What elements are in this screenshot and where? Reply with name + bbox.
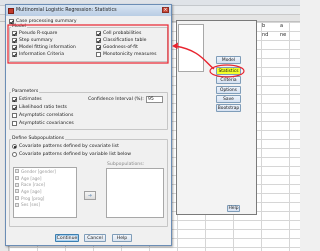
save-button[interactable]: Save: [216, 95, 241, 103]
list-item[interactable]: Gender [gender]: [14, 168, 76, 175]
checkbox-icon: [12, 113, 17, 118]
asymptotic-covariances-label: Asymptotic covariances: [19, 121, 74, 126]
checkbox-icon: [12, 45, 17, 50]
list-item[interactable]: Prog [prog]: [14, 195, 76, 202]
subpopulations-group-title: Define Subpopulations: [11, 136, 66, 141]
model-group-title: Model: [11, 24, 27, 29]
monotonicity-checkbox[interactable]: Monotonicity measures: [96, 52, 157, 57]
radio-icon: [12, 152, 17, 157]
variables-list[interactable]: Gender [gender] Age [age] Race [race] Ag…: [13, 167, 77, 218]
close-icon[interactable]: ×: [162, 7, 169, 13]
covariate-list-radio[interactable]: Covariate patterns defined by covariate …: [12, 144, 119, 149]
variable-list-label: Covariate patterns defined by variable l…: [19, 152, 131, 157]
checkbox-icon: [12, 38, 17, 43]
radio-icon: [12, 144, 17, 149]
continue-button[interactable]: Continue: [55, 234, 79, 242]
confidence-interval-label: Confidence Interval (%):: [88, 97, 144, 102]
model-fitting-label: Model fitting information: [19, 45, 76, 50]
goodness-of-fit-label: Goodness-of-fit: [103, 45, 138, 50]
estimates-checkbox[interactable]: Estimates: [12, 97, 42, 102]
title-bar: Multinomial Logistic Regression: Statist…: [6, 5, 171, 16]
cell-probabilities-checkbox[interactable]: Cell probabilities: [96, 31, 141, 36]
statistics-dialog: Multinomial Logistic Regression: Statist…: [5, 4, 172, 246]
options-button[interactable]: Options: [216, 86, 241, 94]
list-item[interactable]: Race [race]: [14, 181, 76, 188]
monotonicity-label: Monotonicity measures: [103, 52, 157, 57]
covariate-list-label: Covariate patterns defined by covariate …: [19, 144, 119, 149]
asymptotic-correlations-checkbox[interactable]: Asymptotic correlations: [12, 113, 73, 118]
parameters-group-title: Parameters: [11, 89, 40, 94]
variable-list: [178, 24, 204, 72]
likelihood-ratio-checkbox[interactable]: Likelihood ratio tests: [12, 105, 67, 110]
checkbox-icon: [96, 38, 101, 43]
variable-label: Race [race]: [21, 182, 46, 188]
cell-fragment: ne: [280, 32, 287, 38]
estimates-label: Estimates: [19, 97, 42, 102]
cell-fragment: nd: [262, 32, 269, 38]
variable-icon: [15, 196, 19, 201]
dialog-title: Multinomial Logistic Regression: Statist…: [16, 8, 117, 13]
variable-label: Age [age]: [21, 175, 42, 181]
likelihood-ratio-label: Likelihood ratio tests: [19, 105, 67, 110]
checkbox-icon: [96, 52, 101, 57]
confidence-interval-input[interactable]: 95: [146, 96, 163, 103]
step-summary-label: Step summary: [19, 38, 53, 43]
variable-icon: [15, 189, 19, 194]
cell-fragment: b: [262, 23, 266, 29]
checkbox-icon: [12, 31, 17, 36]
variable-label: Gender [gender]: [21, 168, 56, 174]
step-summary-checkbox[interactable]: Step summary: [12, 38, 53, 43]
criteria-button[interactable]: Criteria: [216, 76, 241, 84]
variable-icon: [15, 176, 19, 181]
bootstrap-button[interactable]: Bootstrap: [216, 104, 241, 112]
classification-table-label: Classification table: [103, 38, 147, 43]
checkbox-icon: [12, 52, 17, 57]
move-arrow-button[interactable]: ➜: [84, 191, 96, 200]
pseudo-r-square-label: Pseudo R-square: [19, 31, 58, 36]
variable-list-radio[interactable]: Covariate patterns defined by variable l…: [12, 152, 131, 157]
list-item[interactable]: Age [age]: [14, 188, 76, 195]
variable-label: Ses [ses]: [21, 202, 40, 208]
list-item[interactable]: Age [age]: [14, 175, 76, 182]
checkbox-icon: [12, 105, 17, 110]
subpopulations-list[interactable]: [106, 168, 164, 218]
goodness-of-fit-checkbox[interactable]: Goodness-of-fit: [96, 45, 138, 50]
asymptotic-covariances-checkbox[interactable]: Asymptotic covariances: [12, 121, 74, 126]
information-criteria-checkbox[interactable]: Information Criteria: [12, 52, 64, 57]
variable-icon: [15, 169, 19, 174]
model-button[interactable]: Model: [216, 56, 241, 64]
asymptotic-correlations-label: Asymptotic correlations: [19, 113, 74, 118]
statistics-button[interactable]: Statistics: [216, 67, 241, 75]
list-item[interactable]: Ses [ses]: [14, 201, 76, 208]
checkbox-icon: [96, 45, 101, 50]
cell-probabilities-label: Cell probabilities: [103, 31, 142, 36]
information-criteria-label: Information Criteria: [19, 52, 65, 57]
classification-table-checkbox[interactable]: Classification table: [96, 38, 147, 43]
variable-icon: [15, 182, 19, 187]
pseudo-r-square-checkbox[interactable]: Pseudo R-square: [12, 31, 57, 36]
variable-label: Age [age]: [21, 188, 42, 194]
variable-label: Prog [prog]: [21, 195, 45, 201]
help-button[interactable]: Help: [112, 234, 132, 242]
checkbox-icon: [12, 121, 17, 126]
app-icon: [8, 7, 14, 14]
checkbox-icon: [96, 31, 101, 36]
subpopulations-label: Subpopulations:: [107, 162, 145, 167]
cell-fragment: a: [280, 23, 284, 29]
cancel-button[interactable]: Cancel: [84, 234, 106, 242]
checkbox-icon: [12, 97, 17, 102]
model-fitting-checkbox[interactable]: Model fitting information: [12, 45, 76, 50]
back-help-button[interactable]: Help: [227, 205, 240, 212]
variable-icon: [15, 202, 19, 207]
